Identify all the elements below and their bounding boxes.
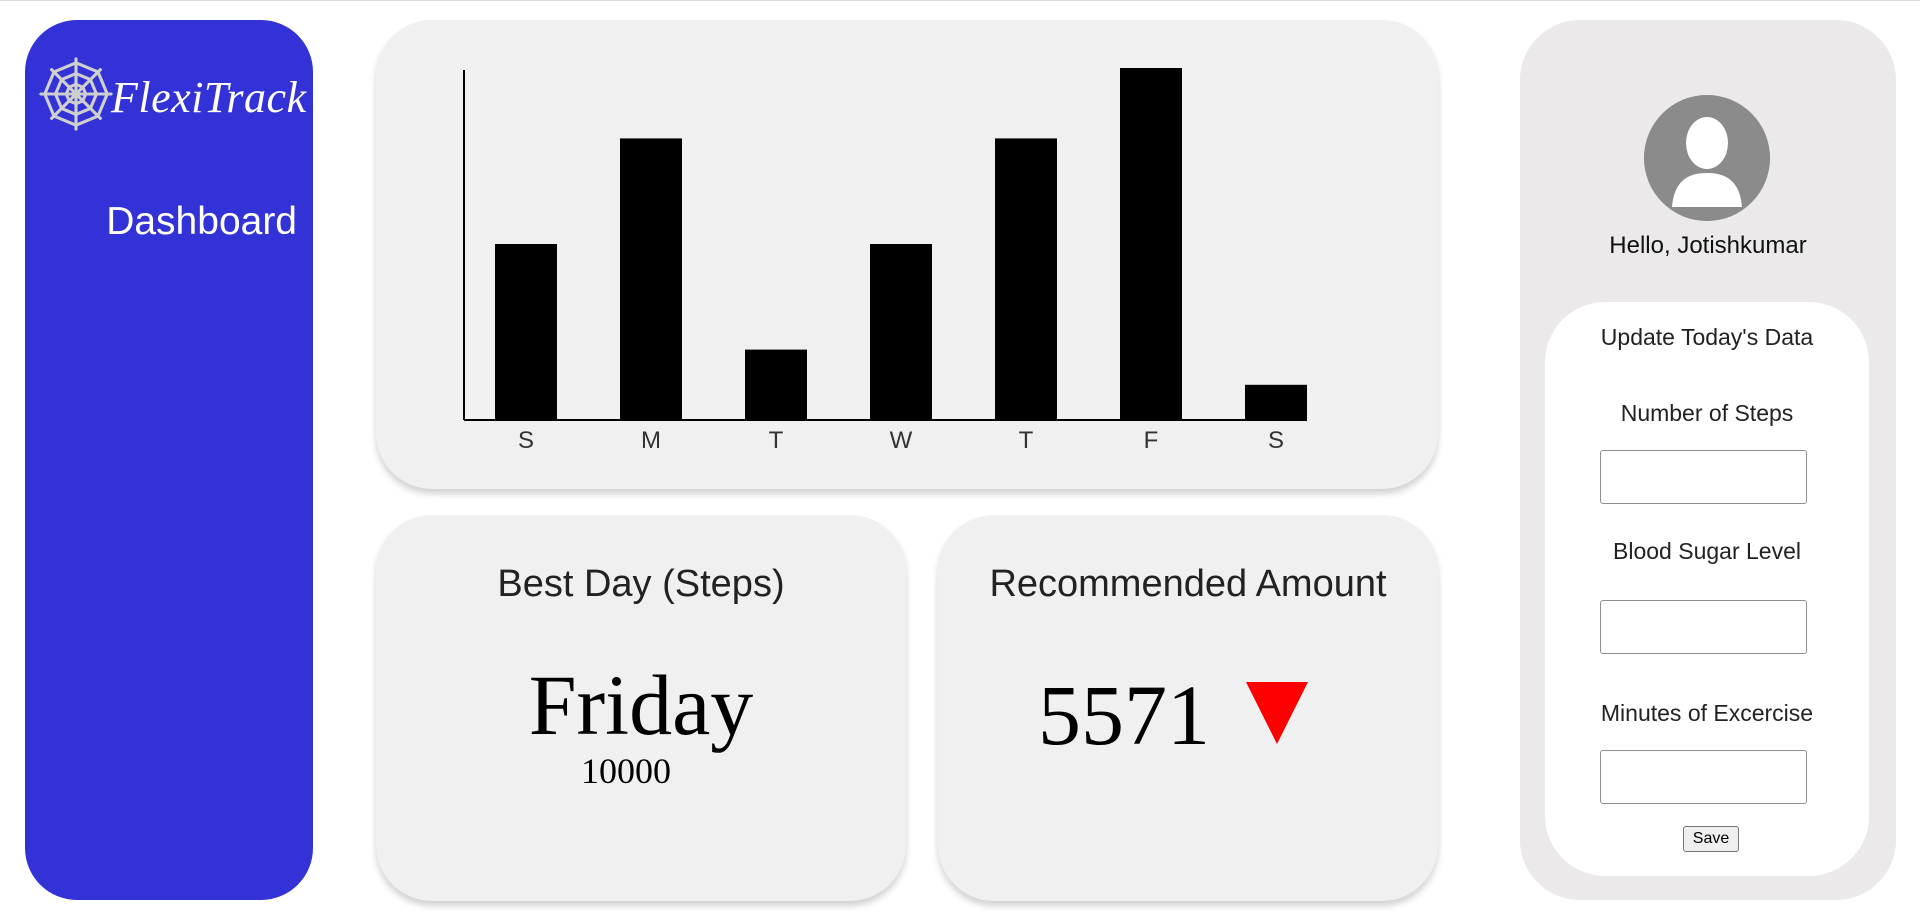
chart-bar-6	[1245, 384, 1307, 420]
chart-bar-3	[870, 244, 932, 420]
top-border	[0, 0, 1920, 1]
x-tick-label-0: S	[518, 427, 534, 454]
steps-input[interactable]	[1600, 450, 1807, 504]
chart-bar-2	[745, 349, 807, 420]
sidebar-item-dashboard[interactable]: Dashboard	[106, 200, 297, 244]
x-tick-label-3: W	[890, 427, 913, 454]
weekly-steps-chart-card: SMTWTFS	[376, 20, 1438, 489]
update-data-form: Update Today's Data Number of Steps Bloo…	[1545, 302, 1869, 876]
recommended-amount-card: Recommended Amount 5571	[938, 515, 1438, 901]
avatar-silhouette	[1644, 95, 1770, 221]
chart-bar-0	[495, 244, 557, 420]
x-tick-label-2: T	[769, 427, 784, 454]
blood-sugar-label: Blood Sugar Level	[1613, 538, 1801, 564]
best-day-name: Friday	[528, 657, 754, 753]
x-tick-label-5: F	[1144, 427, 1159, 454]
best-day-card: Best Day (Steps) Friday 10000	[376, 515, 906, 901]
spiderweb-icon	[39, 57, 113, 131]
recommended-amount-value: 5571	[1038, 667, 1210, 763]
greeting: Hello, Jotishkumar	[1609, 232, 1807, 259]
x-tick-label-6: S	[1268, 427, 1284, 454]
user-avatar-icon[interactable]	[1644, 95, 1770, 221]
blood-sugar-input[interactable]	[1600, 600, 1807, 654]
sidebar: FlexiTrack Dashboard	[25, 20, 313, 900]
form-heading: Update Today's Data	[1600, 324, 1814, 350]
exercise-minutes-label: Minutes of Excercise	[1600, 700, 1814, 726]
steps-label: Number of Steps	[1620, 400, 1794, 426]
recommended-amount-title: Recommended Amount	[989, 563, 1387, 605]
chart-bar-4	[995, 138, 1057, 420]
weekly-steps-chart: SMTWTFS	[463, 68, 1307, 454]
logo[interactable]: FlexiTrack	[37, 55, 307, 133]
chart-bar-1	[620, 138, 682, 420]
down-triangle-icon	[1246, 682, 1308, 744]
best-day-steps: 10000	[581, 751, 671, 791]
x-tick-label-1: M	[641, 427, 661, 454]
logo-text: FlexiTrack	[111, 72, 307, 122]
profile-panel: Hello, Jotishkumar Update Today's Data N…	[1520, 20, 1896, 900]
save-button[interactable]: Save	[1683, 826, 1739, 852]
best-day-title: Best Day (Steps)	[497, 563, 785, 605]
exercise-minutes-input[interactable]	[1600, 750, 1807, 804]
chart-bar-5	[1120, 68, 1182, 420]
x-tick-label-4: T	[1019, 427, 1034, 454]
